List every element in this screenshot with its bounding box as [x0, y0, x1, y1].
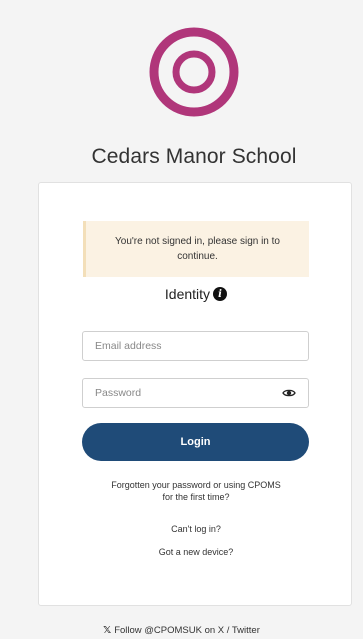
login-page: Cedars Manor School You're not signed in…	[0, 0, 363, 639]
eye-icon[interactable]	[282, 388, 296, 398]
password-placeholder: Password	[95, 387, 142, 399]
signin-notice: You're not signed in, please sign in to …	[83, 221, 309, 277]
email-field[interactable]: Email address	[82, 331, 309, 361]
login-button[interactable]: Login	[82, 423, 309, 461]
cant-login-link[interactable]: Can't log in?	[39, 523, 353, 535]
login-card: You're not signed in, please sign in to …	[38, 182, 352, 606]
forgot-password-link[interactable]: Forgotten your password or using CPOMS f…	[39, 479, 353, 503]
email-placeholder: Email address	[95, 340, 162, 352]
signin-notice-text: You're not signed in, please sign in to …	[115, 236, 280, 262]
twitter-follow-link[interactable]: 𝕏 Follow @CPOMSUK on X / Twitter	[0, 625, 363, 636]
twitter-follow-text: Follow @CPOMSUK on X / Twitter	[114, 625, 260, 636]
new-device-link[interactable]: Got a new device?	[39, 546, 353, 558]
password-field[interactable]: Password	[82, 378, 309, 408]
ring-logo-icon	[149, 27, 239, 117]
identity-heading: Identity i	[39, 286, 353, 302]
info-icon[interactable]: i	[213, 287, 228, 301]
x-icon: 𝕏	[103, 625, 112, 636]
identity-label: Identity	[164, 286, 211, 302]
school-name: Cedars Manor School	[91, 145, 297, 168]
forgot-password-text: Forgotten your password or using CPOMS f…	[111, 480, 281, 502]
